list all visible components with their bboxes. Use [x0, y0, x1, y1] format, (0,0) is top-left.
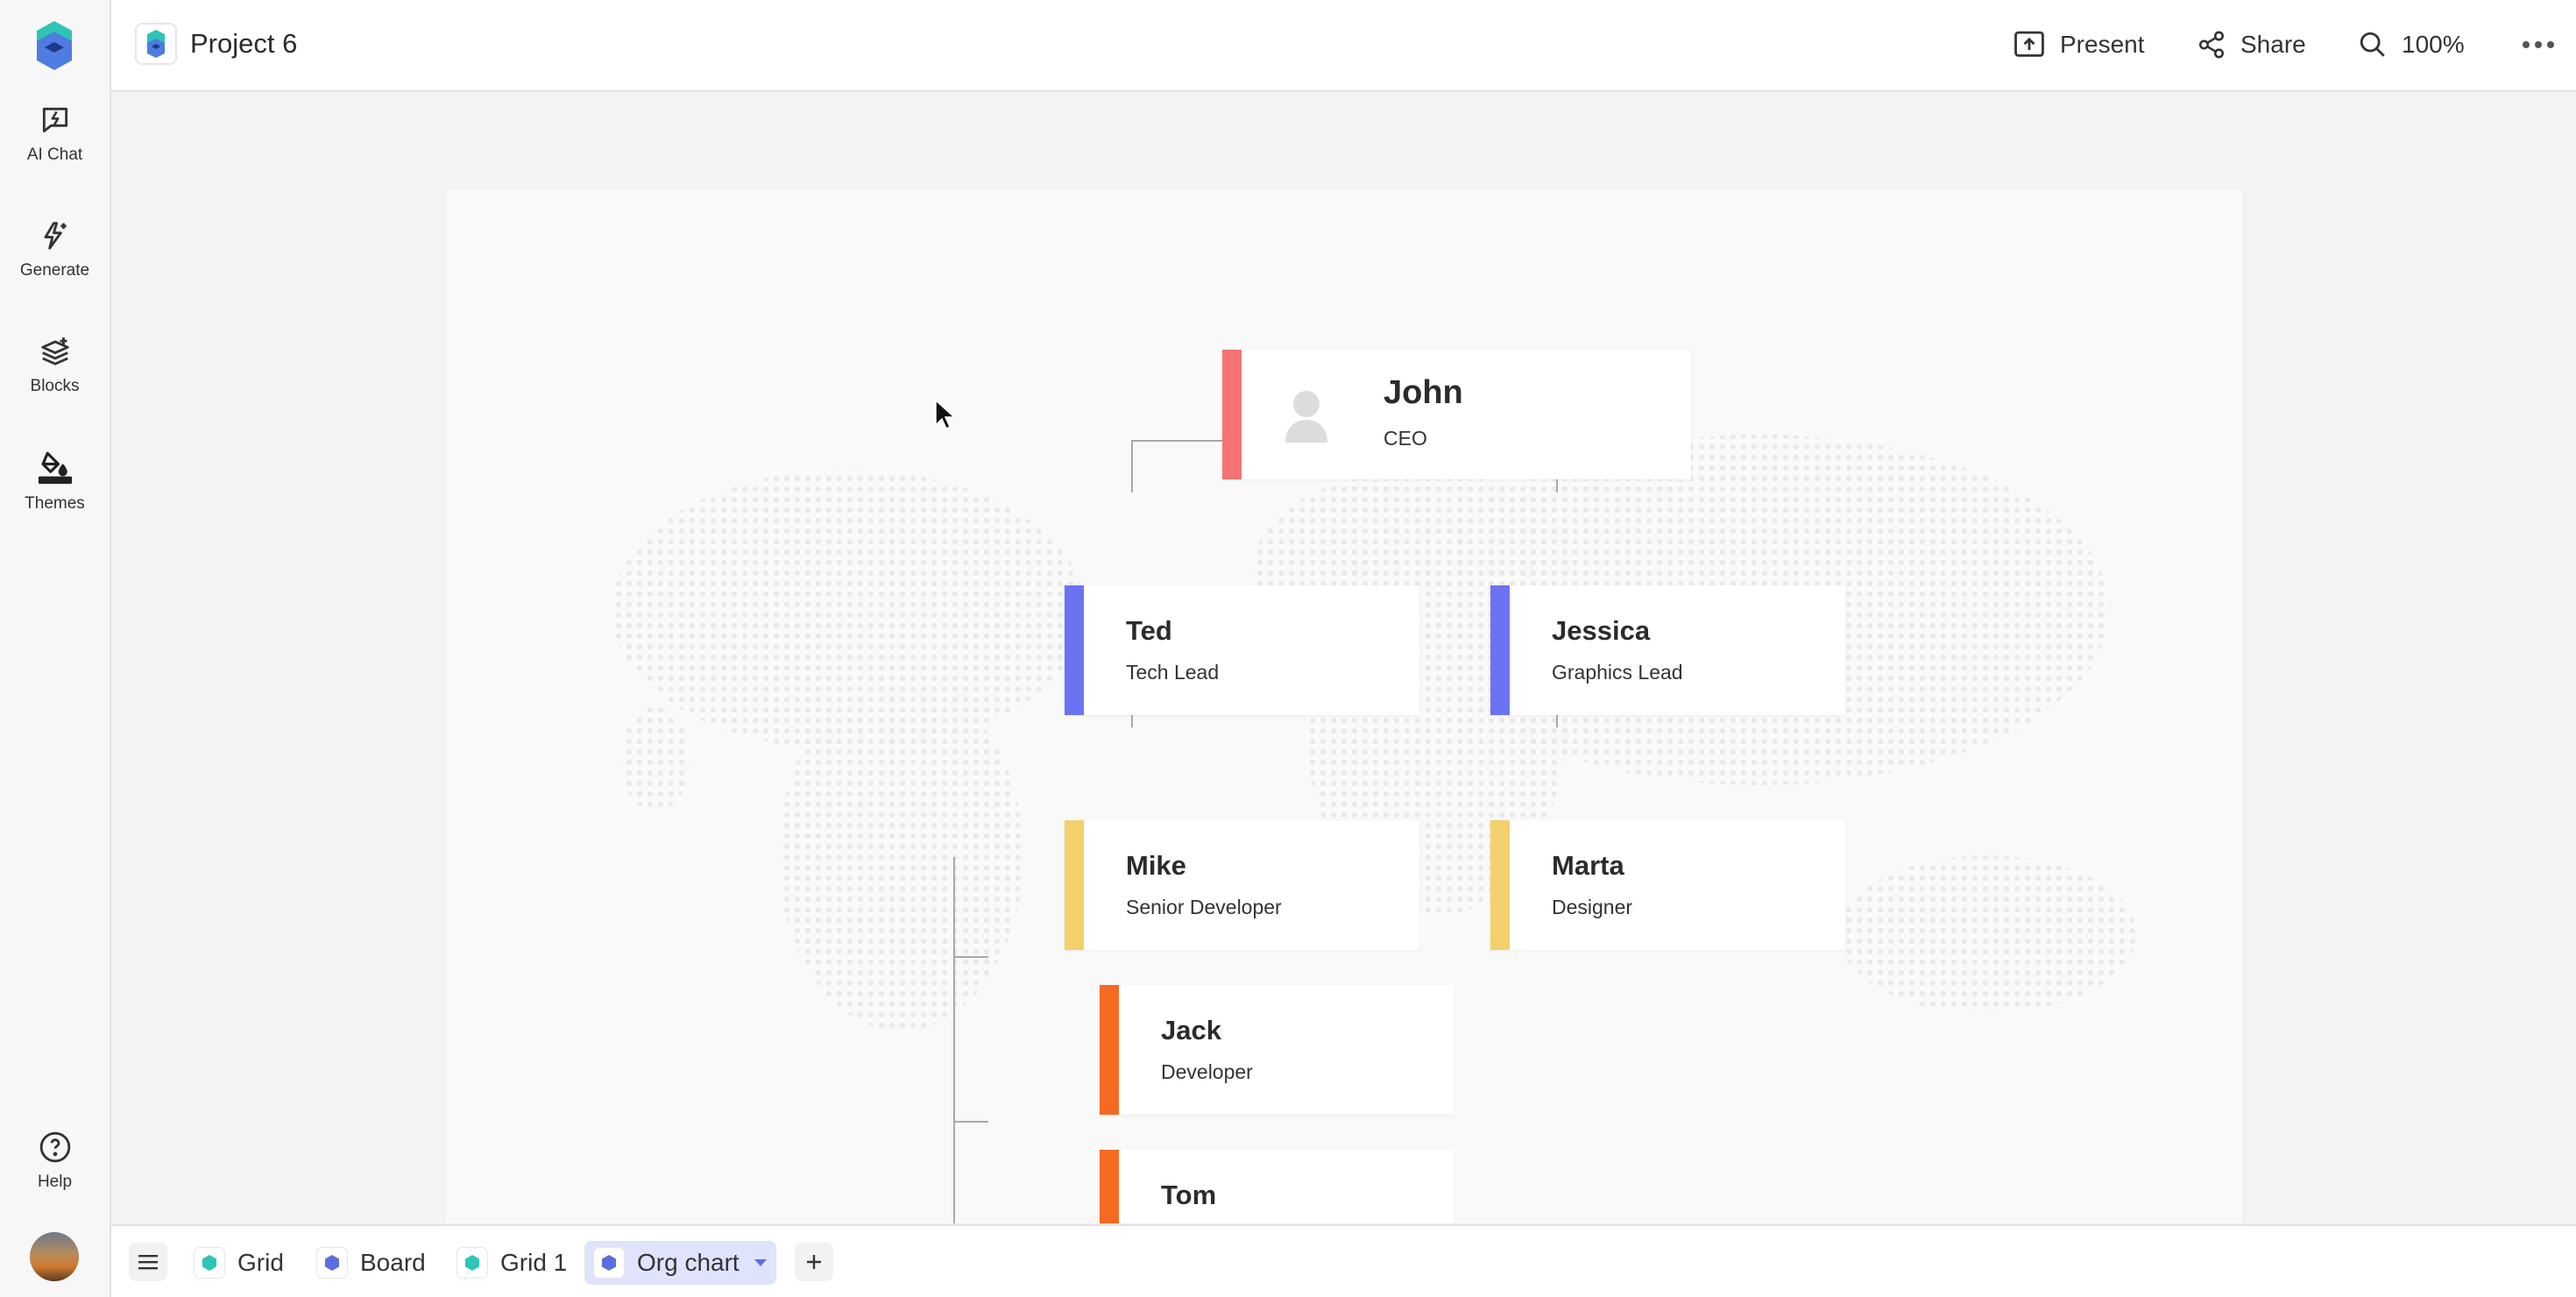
blocks-icon [40, 337, 69, 365]
connector-line [953, 857, 955, 1223]
share-icon [2198, 31, 2225, 59]
org-node-tom[interactable]: Tom Developer [1100, 1150, 1454, 1223]
tab-label: Org chart [637, 1249, 740, 1276]
themes-icon [38, 451, 72, 485]
canvas-area[interactable]: John CEO Ted Tech Lead Jessica Graphics … [111, 92, 2576, 1224]
board-tab-icon [316, 1247, 348, 1279]
menu-icon [138, 1255, 158, 1270]
generate-icon [43, 222, 67, 250]
node-color-bar [1065, 820, 1084, 950]
node-color-bar [1490, 820, 1510, 950]
org-chart-page[interactable]: John CEO Ted Tech Lead Jessica Graphics … [444, 188, 2244, 1224]
node-role: Designer [1552, 896, 1633, 918]
header: Project 6 Present Share 100% [111, 0, 2576, 92]
zoom-level: 100% [2402, 31, 2465, 58]
sheet-tab-bar: Grid Board Grid 1 Org chart [111, 1224, 2576, 1297]
org-node-mike[interactable]: Mike Senior Developer [1065, 820, 1419, 950]
chevron-down-icon[interactable] [754, 1258, 768, 1267]
sheets-menu-button[interactable] [129, 1243, 167, 1281]
org-node-john[interactable]: John CEO [1222, 350, 1691, 479]
ai-chat-icon [42, 107, 67, 133]
tab-label: Board [360, 1249, 426, 1276]
tab-label: Grid 1 [500, 1249, 568, 1276]
node-name: John [1384, 374, 1463, 411]
plus-icon [807, 1255, 821, 1269]
grid-tab-icon [194, 1247, 225, 1279]
more-icon [2523, 41, 2554, 48]
sidebar-item-label: Generate [19, 261, 90, 280]
present-label: Present [2060, 31, 2145, 58]
zoom-control[interactable]: 100% [2358, 26, 2465, 63]
node-role: CEO [1384, 427, 1427, 450]
node-color-bar [1100, 1150, 1119, 1223]
mouse-cursor-icon [935, 399, 955, 430]
node-name: Ted [1126, 615, 1172, 646]
tab-board[interactable]: Board [308, 1241, 435, 1285]
node-color-bar [1100, 985, 1119, 1115]
more-options-button[interactable] [2521, 26, 2570, 63]
sidebar-item-themes[interactable]: Themes [0, 449, 110, 514]
connector-line [953, 1121, 988, 1123]
node-role: Senior Developer [1126, 896, 1282, 918]
node-role: Developer [1161, 1060, 1253, 1083]
node-name: Mike [1126, 850, 1186, 881]
share-label: Share [2240, 31, 2306, 58]
avatar[interactable] [30, 1232, 79, 1281]
present-icon [2014, 31, 2044, 57]
sidebar-item-help[interactable]: Help [0, 1130, 110, 1192]
add-sheet-button[interactable] [795, 1243, 833, 1281]
help-icon [39, 1131, 70, 1163]
zoom-icon [2360, 32, 2385, 57]
node-color-bar [1065, 585, 1084, 715]
present-button[interactable]: Present [2013, 26, 2145, 63]
app-logo[interactable] [35, 19, 74, 72]
node-name: Tom [1161, 1180, 1217, 1210]
org-node-jessica[interactable]: Jessica Graphics Lead [1490, 585, 1845, 715]
sidebar-item-label: Blocks [30, 377, 80, 395]
org-node-jack[interactable]: Jack Developer [1100, 985, 1454, 1115]
sidebar-item-label: AI Chat [26, 145, 83, 164]
sidebar-item-ai-chat[interactable]: AI Chat [0, 103, 110, 165]
connector-line [1131, 440, 1133, 493]
org-node-ted[interactable]: Ted Tech Lead [1065, 585, 1419, 715]
node-name: Jack [1161, 1015, 1221, 1045]
node-name: Marta [1552, 850, 1624, 881]
sidebar-item-label: Themes [25, 494, 85, 513]
sidebar: AI Chat Generate Blocks Themes Help [0, 0, 111, 1297]
sidebar-item-label: Help [37, 1173, 73, 1191]
tab-org-chart[interactable]: Org chart [584, 1241, 776, 1285]
org-node-marta[interactable]: Marta Designer [1490, 820, 1845, 950]
node-color-bar [1222, 350, 1242, 479]
page-title[interactable]: Project 6 [190, 28, 297, 60]
grid-1-tab-icon [456, 1247, 488, 1279]
tab-label: Grid [237, 1249, 284, 1276]
node-color-bar [1490, 585, 1510, 715]
org-chart-tab-icon [593, 1247, 625, 1279]
tab-grid-1[interactable]: Grid 1 [448, 1241, 576, 1285]
connector-line [953, 956, 988, 958]
node-name: Jessica [1552, 615, 1651, 646]
person-placeholder-icon [1285, 391, 1327, 443]
project-icon [135, 23, 177, 65]
share-button[interactable]: Share [2197, 26, 2306, 63]
node-role: Graphics Lead [1552, 661, 1683, 684]
sidebar-item-generate[interactable]: Generate [0, 219, 110, 280]
tab-grid[interactable]: Grid [185, 1241, 293, 1285]
node-role: Tech Lead [1126, 661, 1220, 684]
sidebar-item-blocks[interactable]: Blocks [0, 335, 110, 396]
